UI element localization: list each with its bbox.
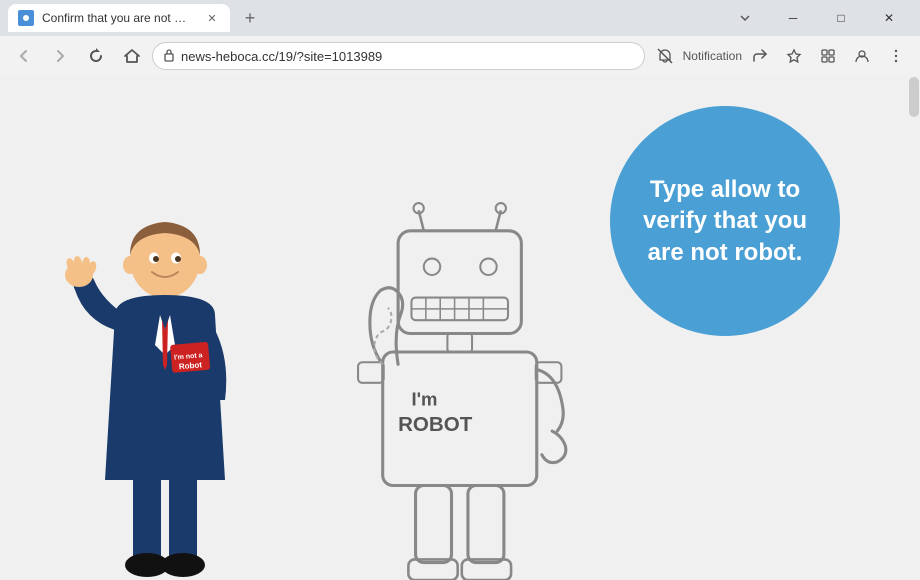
notification-label: Notification [683,49,742,63]
svg-text:I'm: I'm [411,388,437,409]
share-icon[interactable] [744,40,776,72]
address-bar[interactable]: news-heboca.cc/19/?site=1013989 [152,42,645,70]
nav-icons-right: Notification [649,40,912,72]
profile-icon[interactable] [846,40,878,72]
forward-button[interactable] [44,40,76,72]
back-button[interactable] [8,40,40,72]
minimize-button[interactable]: ─ [770,4,816,32]
new-tab-button[interactable]: + [236,4,264,32]
chevron-down-button[interactable] [722,4,768,32]
scrollbar-thumb[interactable] [909,77,919,117]
menu-icon[interactable] [880,40,912,72]
extensions-icon[interactable] [812,40,844,72]
navigation-bar: news-heboca.cc/19/?site=1013989 Notifica… [0,36,920,76]
person-illustration: I'm not a Robot [60,200,270,580]
maximize-button[interactable]: □ [818,4,864,32]
verification-circle: Type allow to verify that you are not ro… [610,106,840,336]
circle-message: Type allow to verify that you are not ro… [640,174,810,268]
no-bell-icon[interactable] [649,40,681,72]
tab-close-button[interactable]: ✕ [204,10,220,26]
svg-text:ROBOT: ROBOT [398,413,473,436]
active-tab[interactable]: Confirm that you are not a robot ✕ [8,4,230,32]
robot-illustration: I'm ROBOT [340,200,600,580]
lock-icon [163,48,175,65]
window-controls: ─ □ ✕ [722,4,912,32]
browser-frame: Confirm that you are not a robot ✕ + ─ □… [0,0,920,580]
home-button[interactable] [116,40,148,72]
tab-favicon [18,10,34,26]
star-icon[interactable] [778,40,810,72]
scrollbar-track [908,76,920,580]
page-content: Type allow to verify that you are not ro… [0,76,920,580]
url-text: news-heboca.cc/19/?site=1013989 [181,49,634,64]
tab-title: Confirm that you are not a robot [42,11,192,25]
title-bar: Confirm that you are not a robot ✕ + ─ □… [0,0,920,36]
close-button[interactable]: ✕ [866,4,912,32]
refresh-button[interactable] [80,40,112,72]
